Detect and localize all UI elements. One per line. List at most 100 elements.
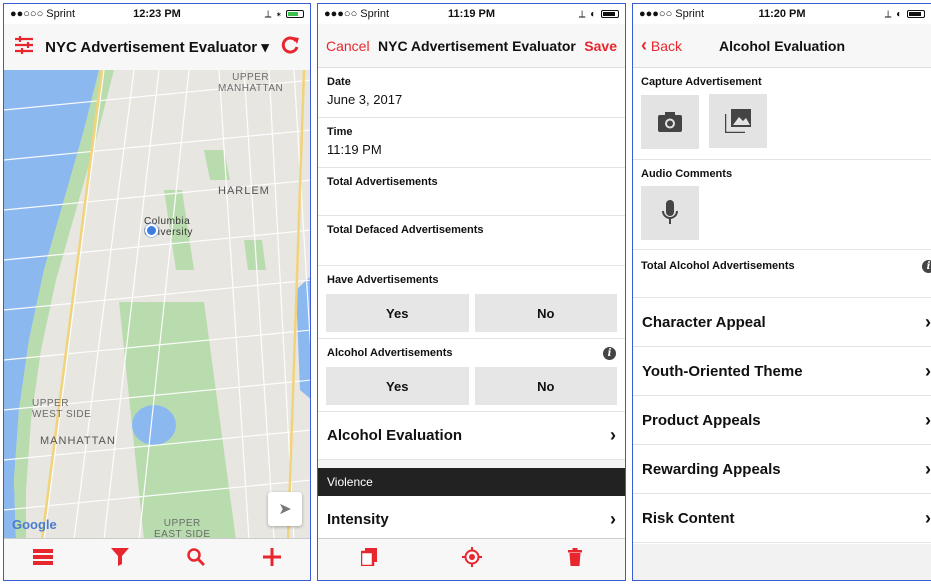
- form-body: Date June 3, 2017 Time 11:19 PM Total Ad…: [318, 68, 625, 544]
- category-row-character-appeal[interactable]: Character Appeal ›: [633, 298, 931, 347]
- refresh-icon[interactable]: [280, 35, 300, 59]
- map-nav-bar: NYC Advertisement Evaluator ▾: [4, 24, 310, 70]
- chevron-left-icon: ‹: [641, 35, 647, 55]
- back-label: Back: [650, 38, 683, 54]
- have-ads-yes-button[interactable]: Yes: [326, 294, 469, 332]
- form-title: NYC Advertisement Evaluator: [378, 37, 576, 54]
- status-indicators: ⟂ ∗: [206, 9, 304, 20]
- total-defaced-field[interactable]: Total Defaced Advertisements: [318, 216, 625, 266]
- camera-button[interactable]: [641, 95, 699, 149]
- status-bar: ●●●○○ Sprint 11:20 PM ⟂ ◐: [633, 4, 931, 24]
- status-indicators: ⟂ ◐: [830, 9, 925, 20]
- target-icon[interactable]: [462, 547, 483, 572]
- settings-sliders-icon[interactable]: [14, 36, 34, 58]
- map-screen: ●●○○○ Sprint 12:23 PM ⟂ ∗ NYC Advertisem…: [3, 3, 311, 581]
- info-icon[interactable]: i: [922, 260, 931, 273]
- status-icons: ⟂ ∗: [264, 8, 283, 20]
- alcohol-ads-label: Alcohol Advertisements: [327, 347, 453, 359]
- map-tab-bar: [4, 538, 310, 580]
- status-time: 12:23 PM: [133, 8, 181, 20]
- location-arrow-icon: ➤: [278, 501, 292, 518]
- alcohol-ads-group: Alcohol Advertisements i Yes No: [318, 339, 625, 412]
- have-ads-segment: Yes No: [318, 290, 625, 338]
- category-row-product-appeals[interactable]: Product Appeals ›: [633, 396, 931, 445]
- spacer: [318, 460, 625, 468]
- alcohol-category-list: Character Appeal › Youth-Oriented Theme …: [633, 298, 931, 543]
- category-label: Risk Content: [642, 509, 735, 527]
- photo-icon: [725, 109, 752, 133]
- have-ads-label-row: Have Advertisements: [318, 266, 625, 290]
- alcohol-nav-bar: ‹ Back Alcohol Evaluation: [633, 24, 931, 68]
- save-button[interactable]: Save: [584, 38, 617, 54]
- capture-label: Capture Advertisement: [641, 76, 762, 88]
- time-label: Time: [327, 126, 353, 138]
- search-icon[interactable]: [187, 548, 205, 571]
- intensity-label: Intensity: [327, 511, 389, 528]
- photo-library-button[interactable]: [709, 94, 768, 148]
- map-label-harlem: HARLEM: [218, 185, 270, 197]
- audio-label: Audio Comments: [641, 168, 733, 180]
- time-value: 11:19 PM: [327, 142, 382, 157]
- date-field[interactable]: Date June 3, 2017: [318, 68, 625, 118]
- current-location-dot: [145, 224, 158, 237]
- microphone-icon: [662, 200, 678, 224]
- back-button[interactable]: ‹ Back: [641, 35, 711, 56]
- cancel-button[interactable]: Cancel: [326, 38, 370, 54]
- chevron-right-icon: ›: [925, 409, 931, 430]
- carrier: ●●●○○ Sprint: [639, 8, 705, 20]
- audio-section: Audio Comments: [633, 160, 931, 250]
- app-title-dropdown[interactable]: NYC Advertisement Evaluator ▾: [34, 38, 280, 56]
- carrier: ●●○○○ Sprint: [10, 8, 76, 20]
- category-label: Rewarding Appeals: [642, 460, 781, 478]
- date-value: June 3, 2017: [327, 92, 403, 107]
- form-tab-bar: [318, 538, 625, 580]
- chevron-right-icon: ›: [925, 311, 931, 332]
- alcohol-evaluation-screen: ●●●○○ Sprint 11:20 PM ⟂ ◐ ‹ Back Alcohol…: [632, 3, 931, 581]
- alcohol-ads-label-row: Alcohol Advertisements i: [318, 339, 625, 363]
- total-ads-field[interactable]: Total Advertisements: [318, 168, 625, 216]
- locate-me-button[interactable]: ➤: [268, 492, 302, 526]
- section-header-violence: Violence: [318, 468, 625, 496]
- alcohol-ads-no-button[interactable]: No: [474, 367, 617, 405]
- status-bar: ●●○○○ Sprint 12:23 PM ⟂ ∗: [4, 4, 310, 24]
- carrier: ●●●○○ Sprint: [324, 8, 390, 20]
- chevron-right-icon: ›: [925, 458, 931, 479]
- chevron-right-icon: ›: [925, 360, 931, 381]
- add-icon[interactable]: [263, 548, 281, 571]
- alcohol-ads-yes-button[interactable]: Yes: [326, 367, 469, 405]
- have-ads-no-button[interactable]: No: [474, 294, 617, 332]
- time-field[interactable]: Time 11:19 PM: [318, 118, 625, 168]
- capture-section: Capture Advertisement: [633, 68, 931, 160]
- total-ads-label: Total Advertisements: [327, 176, 438, 188]
- alcohol-evaluation-row[interactable]: Alcohol Evaluation ›: [318, 412, 625, 460]
- map-label-upper-manhattan: UPPER MANHATTAN: [218, 72, 284, 94]
- have-ads-group: Have Advertisements Yes No: [318, 266, 625, 339]
- alcohol-body: Capture Advertisement Audio Comments Tot…: [633, 68, 931, 543]
- total-alcohol-label: Total Alcohol Advertisements: [641, 260, 795, 272]
- battery-icon: [286, 9, 304, 18]
- alcohol-ads-segment: Yes No: [318, 363, 625, 411]
- list-icon[interactable]: [33, 549, 53, 570]
- evaluation-form-screen: ●●●○○ Sprint 11:19 PM ⟂ ◐ Cancel NYC Adv…: [317, 3, 626, 581]
- intensity-row[interactable]: Intensity ›: [318, 496, 625, 544]
- copy-icon[interactable]: [359, 548, 377, 571]
- chevron-right-icon: ›: [925, 507, 931, 528]
- status-time: 11:19 PM: [447, 8, 496, 20]
- chevron-right-icon: ›: [610, 425, 616, 445]
- total-alcohol-field[interactable]: Total Alcohol Advertisements i: [633, 250, 931, 298]
- microphone-button[interactable]: [641, 186, 699, 240]
- trash-icon[interactable]: [568, 548, 583, 571]
- camera-icon: [658, 112, 682, 132]
- category-row-youth-oriented-theme[interactable]: Youth-Oriented Theme ›: [633, 347, 931, 396]
- category-row-rewarding-appeals[interactable]: Rewarding Appeals ›: [633, 445, 931, 494]
- category-row-risk-content[interactable]: Risk Content ›: [633, 494, 931, 543]
- alcohol-title: Alcohol Evaluation: [718, 37, 845, 54]
- category-label: Youth-Oriented Theme: [642, 362, 803, 380]
- map-view[interactable]: UPPER MANHATTAN HARLEM Columbia Universi…: [4, 70, 310, 538]
- chevron-right-icon: ›: [610, 509, 616, 529]
- status-indicators: ⟂ ◐: [521, 9, 619, 20]
- map-label-upper-east-side: UPPER EAST SIDE: [154, 518, 211, 538]
- filter-icon[interactable]: [111, 548, 129, 571]
- date-label: Date: [327, 76, 351, 88]
- info-icon[interactable]: i: [603, 347, 616, 360]
